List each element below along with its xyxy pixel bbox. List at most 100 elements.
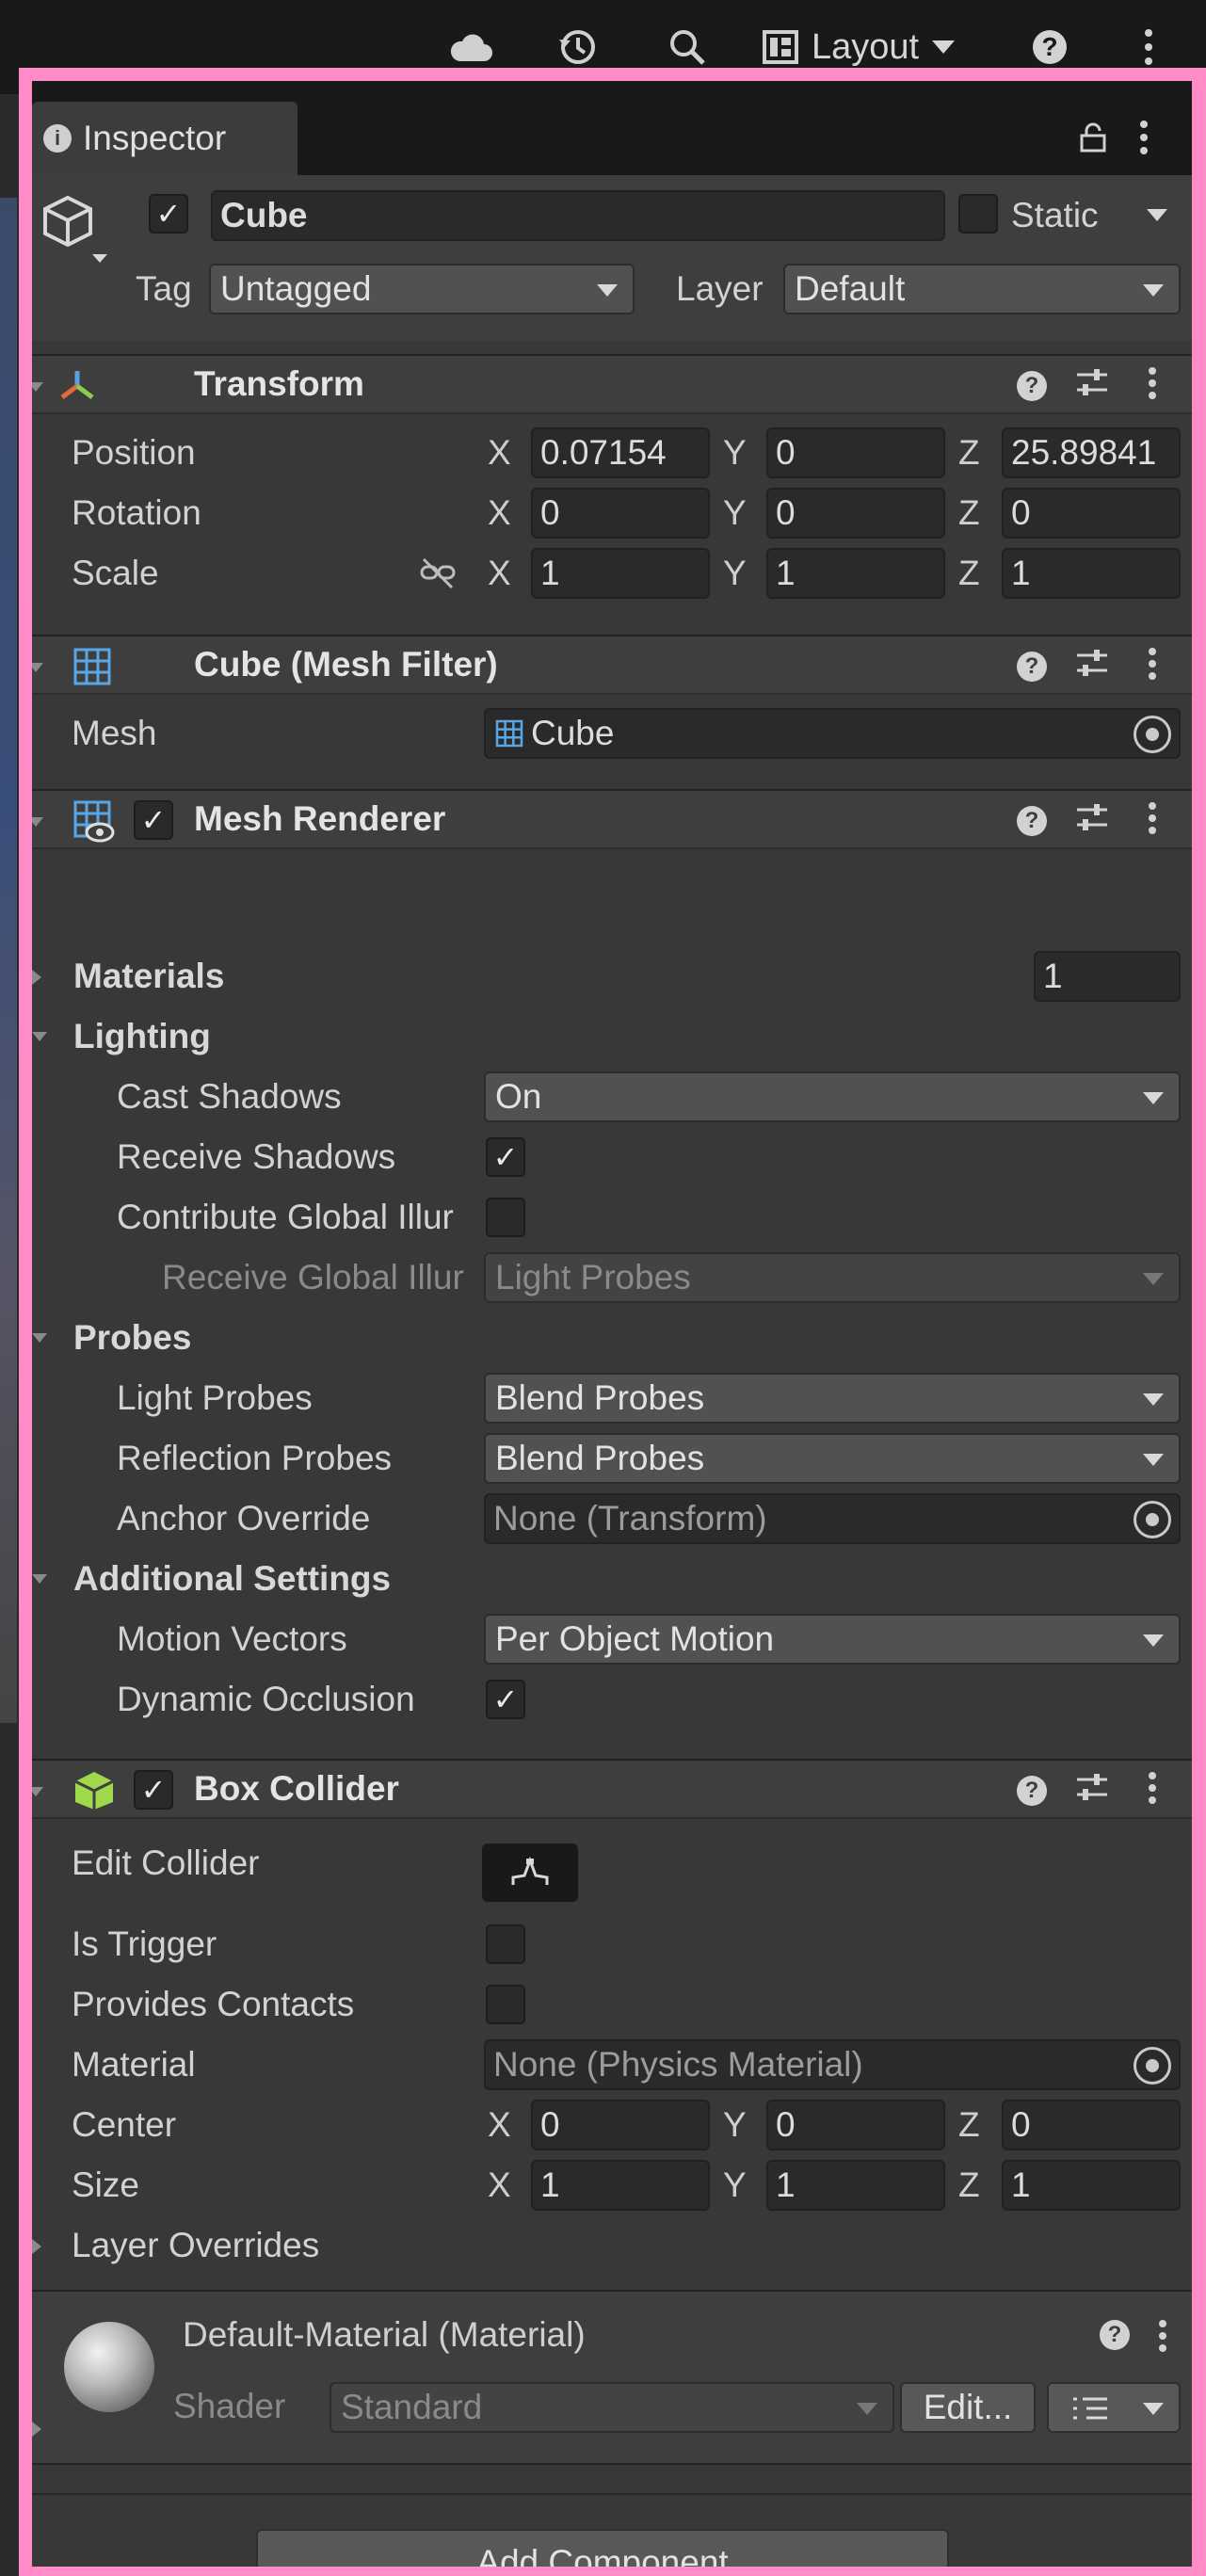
static-checkbox[interactable]: [958, 194, 998, 233]
materials-count-field[interactable]: 1: [1034, 951, 1181, 1002]
edit-collider-button[interactable]: [482, 1843, 578, 1902]
contribute-gi-checkbox[interactable]: [486, 1198, 525, 1237]
axis-y-label[interactable]: Y: [723, 2158, 747, 2213]
fold-arrow-icon[interactable]: [32, 1333, 47, 1343]
add-component-button[interactable]: Add Component: [256, 2529, 949, 2567]
receive-shadows-checkbox[interactable]: ✓: [486, 1137, 525, 1177]
gameobject-icon[interactable]: [41, 194, 113, 274]
axis-x-label[interactable]: X: [488, 486, 511, 540]
rotation-x-field[interactable]: 0: [531, 488, 710, 539]
help-icon[interactable]: ?: [1013, 802, 1051, 840]
presets-icon[interactable]: [1073, 367, 1111, 405]
axis-z-label[interactable]: Z: [958, 2098, 980, 2152]
axis-z-label[interactable]: Z: [958, 2158, 980, 2213]
axis-x-label[interactable]: X: [488, 2098, 511, 2152]
size-y-field[interactable]: 1: [766, 2160, 945, 2211]
more-icon[interactable]: [1139, 121, 1149, 159]
additional-settings-row[interactable]: Additional Settings: [32, 1552, 1192, 1608]
light-probes-dropdown[interactable]: Blend Probes: [484, 1373, 1181, 1424]
history-icon[interactable]: [550, 21, 606, 73]
axis-z-label[interactable]: Z: [958, 546, 980, 601]
motion-vectors-dropdown[interactable]: Per Object Motion: [484, 1614, 1181, 1665]
object-name-input[interactable]: Cube: [211, 190, 945, 241]
cloud-icon[interactable]: [442, 21, 499, 73]
help-icon[interactable]: ?: [1013, 1772, 1051, 1810]
static-dropdown-icon[interactable]: [1147, 209, 1167, 221]
fold-arrow-icon[interactable]: [32, 817, 43, 827]
size-z-field[interactable]: 1: [1002, 2160, 1181, 2211]
layer-overrides-row[interactable]: Layer Overrides: [32, 2218, 1192, 2275]
receive-gi-dropdown[interactable]: Light Probes: [484, 1252, 1181, 1303]
presets-icon[interactable]: [1073, 802, 1111, 840]
fold-arrow-icon[interactable]: [32, 970, 41, 985]
mesh-renderer-enabled-checkbox[interactable]: ✓: [134, 800, 173, 840]
transform-header[interactable]: Transform ?: [32, 354, 1192, 414]
more-icon[interactable]: [1134, 1772, 1171, 1810]
help-icon[interactable]: ?: [1013, 648, 1051, 685]
reflection-probes-dropdown[interactable]: Blend Probes: [484, 1433, 1181, 1484]
axis-x-label[interactable]: X: [488, 2158, 511, 2213]
object-picker-icon[interactable]: [1134, 2047, 1171, 2085]
fold-arrow-icon[interactable]: [32, 2239, 41, 2254]
presets-icon[interactable]: [1073, 1772, 1111, 1810]
axis-y-label[interactable]: Y: [723, 2098, 747, 2152]
constrain-proportions-icon[interactable]: [420, 557, 458, 598]
help-icon[interactable]: ?: [1026, 21, 1073, 73]
position-z-field[interactable]: 25.89841: [1002, 427, 1181, 478]
dynamic-occlusion-checkbox[interactable]: ✓: [486, 1680, 525, 1719]
fold-arrow-icon[interactable]: [32, 1032, 47, 1041]
materials-row[interactable]: Materials 1: [32, 949, 1192, 1006]
is-trigger-checkbox[interactable]: [486, 1924, 525, 1964]
layer-dropdown[interactable]: Default: [783, 264, 1181, 314]
object-picker-icon[interactable]: [1134, 1501, 1171, 1538]
more-icon[interactable]: [1134, 367, 1171, 405]
rotation-z-field[interactable]: 0: [1002, 488, 1181, 539]
tab-inspector[interactable]: i Inspector: [32, 102, 297, 175]
scale-z-field[interactable]: 1: [1002, 548, 1181, 599]
center-y-field[interactable]: 0: [766, 2100, 945, 2150]
probes-row[interactable]: Probes: [32, 1311, 1192, 1367]
tag-dropdown[interactable]: Untagged: [209, 264, 635, 314]
fold-arrow-icon[interactable]: [32, 382, 43, 392]
position-x-field[interactable]: 0.07154: [531, 427, 710, 478]
position-y-field[interactable]: 0: [766, 427, 945, 478]
shader-edit-button[interactable]: Edit...: [900, 2382, 1036, 2433]
scale-y-field[interactable]: 1: [766, 548, 945, 599]
rotation-y-field[interactable]: 0: [766, 488, 945, 539]
fold-arrow-icon[interactable]: [32, 663, 43, 672]
lock-icon[interactable]: [1079, 122, 1107, 157]
scale-x-field[interactable]: 1: [531, 548, 710, 599]
anchor-override-field[interactable]: None (Transform): [484, 1493, 1181, 1544]
physics-material-field[interactable]: None (Physics Material): [484, 2039, 1181, 2090]
active-checkbox[interactable]: ✓: [149, 194, 188, 233]
more-icon[interactable]: [1130, 21, 1167, 73]
fold-arrow-icon[interactable]: [32, 2422, 41, 2437]
center-z-field[interactable]: 0: [1002, 2100, 1181, 2150]
more-icon[interactable]: [1134, 802, 1171, 840]
size-x-field[interactable]: 1: [531, 2160, 710, 2211]
axis-z-label[interactable]: Z: [958, 486, 980, 540]
provides-contacts-checkbox[interactable]: [486, 1985, 525, 2024]
mesh-filter-header[interactable]: Cube (Mesh Filter) ?: [32, 635, 1192, 695]
axis-x-label[interactable]: X: [488, 546, 511, 601]
object-picker-icon[interactable]: [1134, 716, 1171, 753]
axis-y-label[interactable]: Y: [723, 546, 747, 601]
more-icon[interactable]: [1134, 648, 1171, 685]
layout-dropdown[interactable]: Layout: [763, 23, 956, 72]
shader-options-button[interactable]: [1047, 2382, 1181, 2433]
center-x-field[interactable]: 0: [531, 2100, 710, 2150]
fold-arrow-icon[interactable]: [32, 1574, 47, 1584]
mesh-renderer-header[interactable]: ✓ Mesh Renderer ?: [32, 789, 1192, 849]
help-icon[interactable]: ?: [1013, 367, 1051, 405]
axis-y-label[interactable]: Y: [723, 486, 747, 540]
mesh-object-field[interactable]: Cube: [484, 708, 1181, 759]
axis-z-label[interactable]: Z: [958, 426, 980, 480]
axis-x-label[interactable]: X: [488, 426, 511, 480]
fold-arrow-icon[interactable]: [32, 1787, 43, 1796]
help-icon[interactable]: ?: [1100, 2320, 1130, 2350]
box-collider-enabled-checkbox[interactable]: ✓: [134, 1770, 173, 1810]
axis-y-label[interactable]: Y: [723, 426, 747, 480]
box-collider-header[interactable]: ✓ Box Collider ?: [32, 1759, 1192, 1819]
cast-shadows-dropdown[interactable]: On: [484, 1071, 1181, 1122]
search-icon[interactable]: [659, 21, 716, 73]
